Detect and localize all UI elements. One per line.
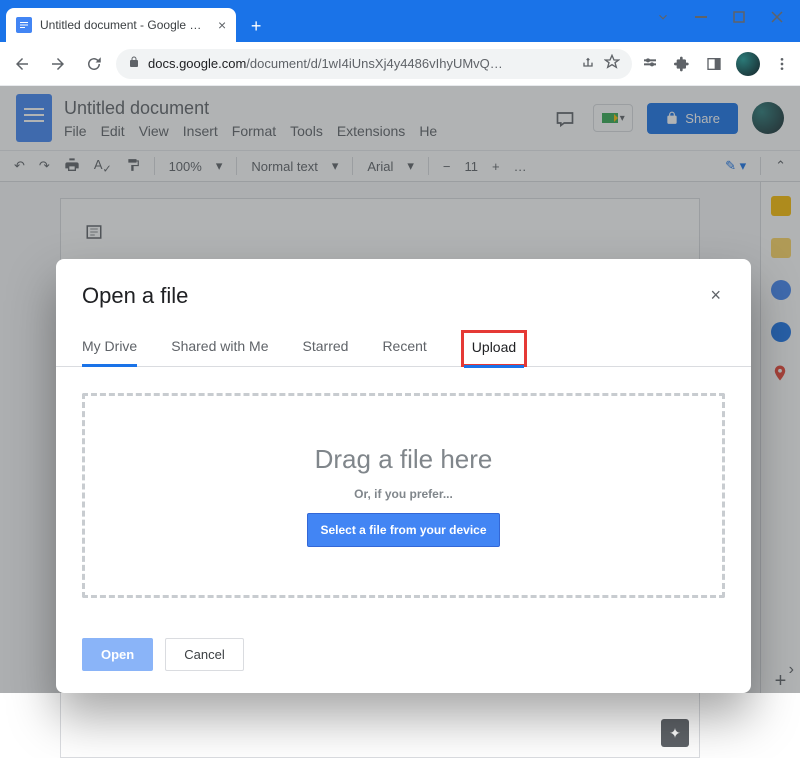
window-minimize-icon[interactable] — [694, 10, 708, 24]
tab-starred[interactable]: Starred — [303, 330, 349, 366]
tab-shared-with-me[interactable]: Shared with Me — [171, 330, 268, 366]
new-tab-button[interactable]: + — [242, 12, 270, 40]
tab-my-drive[interactable]: My Drive — [82, 330, 137, 366]
lock-icon — [128, 56, 140, 71]
open-button: Open — [82, 638, 153, 671]
tab-close-icon[interactable]: × — [218, 17, 226, 33]
extensions-icon[interactable] — [672, 54, 692, 74]
extension-1-icon[interactable] — [640, 54, 660, 74]
docs-favicon-icon — [16, 17, 32, 33]
tab-title: Untitled document - Google Doc — [40, 18, 210, 32]
dropzone-heading: Drag a file here — [315, 444, 493, 475]
reload-button[interactable] — [80, 50, 108, 78]
kebab-menu-icon[interactable] — [772, 54, 792, 74]
dialog-title: Open a file — [82, 283, 706, 309]
dropzone-subtext: Or, if you prefer... — [354, 487, 453, 501]
select-file-button[interactable]: Select a file from your device — [307, 513, 499, 547]
url-text: docs.google.com/document/d/1wI4iUnsXj4y4… — [148, 56, 572, 71]
tab-upload[interactable]: Upload — [461, 330, 527, 367]
sidepanel-icon[interactable] — [704, 54, 724, 74]
cancel-button[interactable]: Cancel — [165, 638, 243, 671]
chevron-down-icon — [656, 10, 670, 24]
address-bar: docs.google.com/document/d/1wI4iUnsXj4y4… — [0, 42, 800, 86]
window-maximize-icon[interactable] — [732, 10, 746, 24]
browser-tab[interactable]: Untitled document - Google Doc × — [6, 8, 236, 42]
dialog-tabs: My Drive Shared with Me Starred Recent U… — [56, 320, 751, 367]
tab-recent[interactable]: Recent — [382, 330, 426, 366]
share-url-icon[interactable] — [580, 54, 596, 73]
forward-button[interactable] — [44, 50, 72, 78]
open-file-dialog: Open a file × My Drive Shared with Me St… — [56, 259, 751, 693]
back-button[interactable] — [8, 50, 36, 78]
profile-avatar-icon[interactable] — [736, 52, 760, 76]
omnibox[interactable]: docs.google.com/document/d/1wI4iUnsXj4y4… — [116, 49, 632, 79]
explore-button[interactable]: ✦ — [661, 719, 689, 747]
bookmark-icon[interactable] — [604, 54, 620, 73]
dialog-close-icon[interactable]: × — [706, 281, 725, 310]
upload-dropzone[interactable]: Drag a file here Or, if you prefer... Se… — [82, 393, 725, 598]
window-close-icon[interactable] — [770, 10, 784, 24]
